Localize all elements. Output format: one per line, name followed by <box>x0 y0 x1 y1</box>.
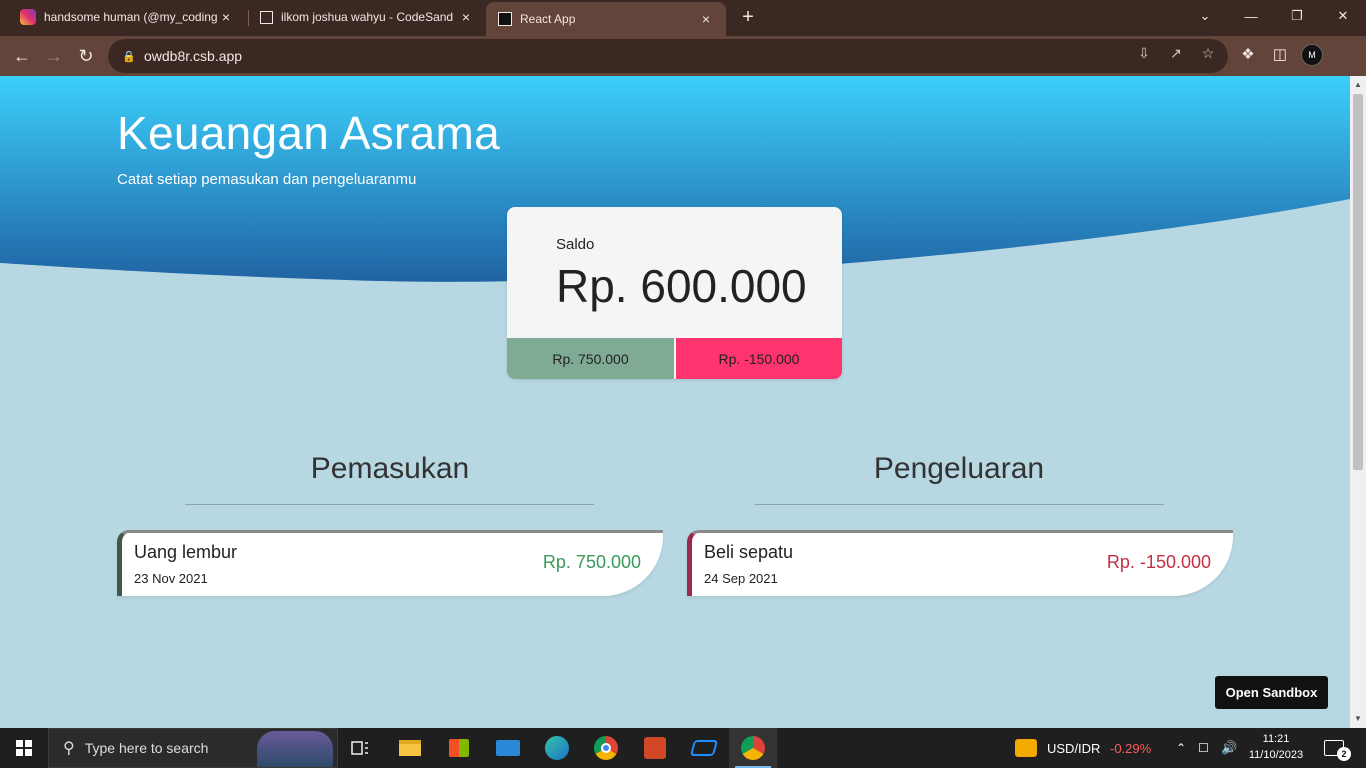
income-divider <box>185 504 594 505</box>
browser-tab-instagram[interactable]: handsome human (@my_coding × <box>8 0 246 34</box>
open-sandbox-button[interactable]: Open Sandbox <box>1215 676 1328 709</box>
windows-taskbar: ⚲ Type here to search USD/IDR -0.29% ⌃ ☐… <box>0 728 1366 768</box>
scroll-up-arrow-icon[interactable]: ▲ <box>1350 80 1366 89</box>
browser-tab-codesandbox[interactable]: ilkom joshua wahyu - CodeSand × <box>248 0 486 34</box>
extensions-puzzle-icon[interactable]: ❖ <box>1237 45 1259 67</box>
restore-button[interactable]: ❐ <box>1274 0 1320 32</box>
search-placeholder: Type here to search <box>84 740 209 756</box>
scrollbar-thumb[interactable] <box>1353 94 1363 470</box>
file-explorer-icon[interactable] <box>386 728 434 768</box>
minimize-button[interactable]: — <box>1228 0 1274 32</box>
volume-icon[interactable]: 🔊 <box>1221 728 1237 768</box>
expense-item-name: Beli sepatu <box>704 542 794 562</box>
task-view-glyph <box>351 741 368 755</box>
balance-value: Rp. 600.000 <box>556 260 807 312</box>
income-item-date: 23 Nov 2021 <box>134 571 208 586</box>
microsoft-store-icon[interactable] <box>435 728 483 768</box>
expense-heading: Pengeluaran <box>873 452 1045 485</box>
close-icon[interactable]: × <box>698 11 714 27</box>
expense-item-date: 24 Sep 2021 <box>704 571 778 586</box>
browser-tab-react-app[interactable]: React App × <box>486 2 726 36</box>
income-item-amount: Rp. 750.000 <box>542 552 641 572</box>
tab-title: React App <box>520 12 576 26</box>
instagram-icon <box>20 9 36 25</box>
install-app-icon[interactable]: ⇩ <box>1134 45 1154 65</box>
app-launcher-icon[interactable] <box>680 728 728 768</box>
forward-arrow-icon[interactable]: → <box>40 42 68 70</box>
expense-item: Beli sepatu 24 Sep 2021 Rp. -150.000 <box>687 530 1233 596</box>
scroll-down-arrow-icon[interactable]: ▼ <box>1350 714 1366 723</box>
back-arrow-icon[interactable]: ← <box>8 42 36 70</box>
page-subtitle: Catat setiap pemasukan dan pengeluaranmu <box>117 171 417 188</box>
task-view-icon[interactable] <box>336 728 384 768</box>
chrome-profile-icon[interactable] <box>729 728 777 768</box>
expense-divider <box>755 504 1164 505</box>
search-highlight-image <box>257 731 333 767</box>
url-text: owdb8r.csb.app <box>144 48 243 64</box>
clock-time: 11:21 <box>1262 733 1290 745</box>
browser-tab-strip: handsome human (@my_coding × ilkom joshu… <box>0 0 1366 36</box>
expense-total: Rp. -150.000 <box>676 338 842 379</box>
search-icon: ⚲ <box>63 740 75 757</box>
page-viewport: Keuangan Asrama Catat setiap pemasukan d… <box>0 76 1350 728</box>
address-bar[interactable]: 🔒 owdb8r.csb.app <box>108 39 1228 73</box>
clock-date: 11/10/2023 <box>1248 749 1304 761</box>
profile-avatar[interactable]: M <box>1301 44 1323 66</box>
income-heading: Pemasukan <box>310 452 470 485</box>
tab-title: handsome human (@my_coding <box>44 10 218 24</box>
income-item: Uang lembur 23 Nov 2021 Rp. 750.000 <box>117 530 663 596</box>
page-scrollbar[interactable]: ▲ ▼ <box>1350 76 1366 728</box>
reload-icon[interactable]: ↻ <box>72 42 100 70</box>
balance-card: Saldo Rp. 600.000 Rp. 750.000 Rp. -150.0… <box>507 207 842 379</box>
income-total: Rp. 750.000 <box>507 338 674 379</box>
powerpoint-icon[interactable] <box>631 728 679 768</box>
close-window-button[interactable]: ✕ <box>1320 0 1366 32</box>
notification-count-badge: 2 <box>1337 747 1351 761</box>
codesandbox-icon <box>498 12 512 26</box>
network-icon[interactable]: ☐ <box>1198 728 1209 768</box>
expense-item-amount: Rp. -150.000 <box>1106 552 1211 572</box>
start-button[interactable] <box>0 728 48 768</box>
codesandbox-icon <box>260 10 273 24</box>
mail-icon[interactable] <box>484 728 532 768</box>
chevron-up-icon[interactable]: ⌃ <box>1176 728 1186 768</box>
tab-search-button[interactable]: ⌄ <box>1182 0 1228 32</box>
notification-center-icon[interactable]: 2 <box>1324 728 1351 768</box>
taskbar-clock[interactable]: 11:21 11/10/2023 <box>1246 731 1306 763</box>
tab-title: ilkom joshua wahyu - CodeSand <box>281 10 454 24</box>
page-title: Keuangan Asrama <box>117 107 500 159</box>
windows-logo-icon <box>16 740 32 756</box>
browser-toolbar: ← → ↻ 🔒 owdb8r.csb.app ⇩ ↗ ☆ ❖ ◫ M <box>0 36 1366 76</box>
close-icon[interactable]: × <box>218 9 234 25</box>
income-item-name: Uang lembur <box>134 542 238 562</box>
edge-browser-icon[interactable] <box>533 728 581 768</box>
close-icon[interactable]: × <box>458 9 474 25</box>
lock-icon: 🔒 <box>122 51 136 63</box>
bookmark-star-icon[interactable]: ☆ <box>1198 45 1218 65</box>
side-panel-icon[interactable]: ◫ <box>1269 45 1291 67</box>
ticker-label[interactable]: USD/IDR <box>1047 728 1100 768</box>
ticker-change[interactable]: -0.29% <box>1110 728 1151 768</box>
new-tab-button[interactable]: + <box>736 6 760 30</box>
stock-ticker-icon[interactable] <box>1002 728 1050 768</box>
chrome-icon[interactable] <box>582 728 630 768</box>
share-icon[interactable]: ↗ <box>1166 45 1186 65</box>
taskbar-search-box[interactable]: ⚲ Type here to search <box>48 728 338 768</box>
balance-label: Saldo <box>556 236 595 253</box>
